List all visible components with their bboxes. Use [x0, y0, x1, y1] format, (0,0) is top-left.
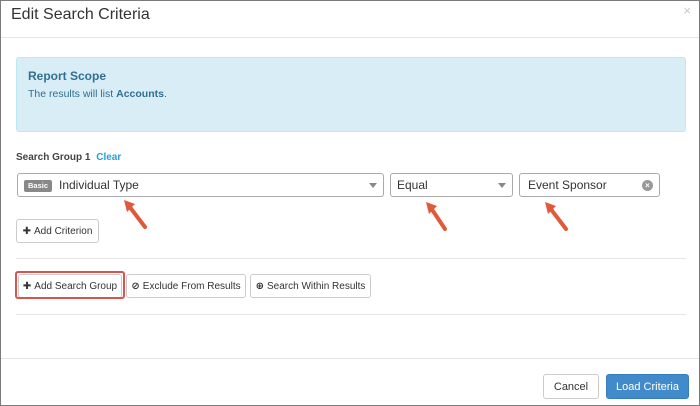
exclude-from-results-button[interactable]: ⊘ Exclude From Results	[126, 274, 246, 298]
clear-group-link[interactable]: Clear	[96, 152, 121, 163]
report-scope-title: Report Scope	[28, 69, 107, 83]
divider	[16, 258, 686, 259]
search-within-label: Search Within Results	[267, 280, 366, 292]
red-arrow-icon	[545, 202, 568, 231]
exclude-label: Exclude From Results	[142, 280, 241, 292]
chevron-down-icon	[498, 183, 506, 188]
report-scope-entity: Accounts	[116, 88, 164, 100]
search-group-title: Search Group 1	[16, 152, 91, 163]
add-criterion-button[interactable]: ✚ Add Criterion	[16, 219, 99, 243]
ban-icon: ⊘	[131, 280, 140, 292]
cancel-label: Cancel	[553, 380, 589, 393]
criterion-field-value: Individual Type	[59, 178, 139, 192]
criterion-operator-value: Equal	[397, 178, 428, 192]
modal-footer-divider	[1, 358, 699, 359]
load-criteria-label: Load Criteria	[616, 380, 679, 393]
load-criteria-button[interactable]: Load Criteria	[606, 374, 689, 399]
criterion-value-input[interactable]: Event Sponsor ×	[519, 173, 660, 197]
report-scope-prefix: The results will list	[28, 88, 114, 100]
search-within-results-button[interactable]: ⊕ Search Within Results	[250, 274, 371, 298]
report-scope-text: The results will list Accounts.	[28, 88, 167, 100]
add-criterion-label: Add Criterion	[34, 225, 93, 237]
zoom-in-icon: ⊕	[255, 280, 265, 292]
cancel-button[interactable]: Cancel	[543, 374, 599, 399]
modal-dialog: Edit Search Criteria × Report Scope The …	[0, 0, 700, 406]
red-arrow-icon	[426, 202, 447, 231]
basic-badge: Basic	[24, 180, 53, 192]
criterion-value-text: Event Sponsor	[528, 178, 607, 192]
report-scope-suffix: .	[163, 88, 167, 100]
red-arrow-icon	[124, 200, 147, 229]
report-scope-panel: Report Scope The results will list Accou…	[16, 57, 686, 132]
plus-icon: ✚	[22, 225, 32, 237]
criterion-operator-select[interactable]: Equal	[390, 173, 513, 197]
modal-header: Edit Search Criteria ×	[1, 1, 699, 38]
clear-value-icon[interactable]: ×	[642, 180, 653, 191]
divider	[16, 314, 686, 315]
close-icon[interactable]: ×	[683, 4, 691, 17]
chevron-down-icon	[369, 183, 377, 188]
annotation-highlight-box	[15, 271, 125, 299]
criterion-field-select[interactable]: Basic Individual Type	[17, 173, 384, 197]
search-group-label: Search Group 1 Clear	[16, 152, 121, 163]
modal-title: Edit Search Criteria	[11, 6, 150, 23]
